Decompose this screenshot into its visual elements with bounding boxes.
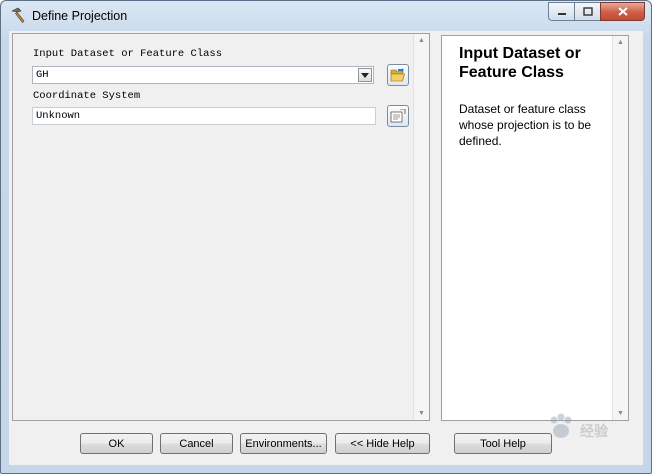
coordinate-properties-button[interactable] [387,105,409,127]
dropdown-button[interactable] [358,68,372,82]
parameters-scrollbar[interactable]: ▲ ▼ [413,34,429,420]
coordinate-system-value: Unknown [36,110,81,122]
minimize-icon [557,12,566,15]
input-dataset-value: GH [36,69,49,81]
coordinate-system-field[interactable]: Unknown [32,107,376,125]
define-projection-window: Define Projection Input Dataset or Featu… [0,0,652,474]
scroll-up-icon[interactable]: ▲ [617,39,624,46]
ok-button[interactable]: OK [80,433,153,454]
paw-logo-icon [550,413,572,438]
chevron-down-icon [361,72,369,78]
caption-buttons [548,2,645,22]
parameters-panel: Input Dataset or Feature Class GH Coordi… [12,33,430,421]
maximize-icon [582,7,593,16]
help-scrollbar[interactable]: ▲ ▼ [612,36,628,420]
close-icon [617,7,628,16]
cancel-button[interactable]: Cancel [160,433,233,454]
dialog-client-area: Input Dataset or Feature Class GH Coordi… [9,31,643,465]
hammer-icon [11,7,25,23]
input-dataset-label: Input Dataset or Feature Class [33,48,223,60]
help-body: Dataset or feature class whose projectio… [459,102,592,148]
hide-help-button[interactable]: << Hide Help [335,433,430,454]
tool-help-button[interactable]: Tool Help [454,433,552,454]
close-button[interactable] [600,2,645,21]
scroll-down-icon[interactable]: ▼ [418,410,425,417]
browse-dataset-button[interactable] [387,64,409,86]
environments-button[interactable]: Environments... [240,433,327,454]
maximize-button[interactable] [574,2,600,21]
minimize-button[interactable] [548,2,574,21]
input-dataset-combobox[interactable]: GH [32,66,374,84]
coordinate-properties-icon [390,109,406,123]
baidu-watermark: 经验 [546,413,646,443]
watermark-text: 经验 [580,423,608,439]
scroll-up-icon[interactable]: ▲ [418,37,425,44]
title-bar[interactable]: Define Projection [1,1,651,31]
window-title: Define Projection [32,9,128,23]
help-title: Input Dataset or Feature Class [459,45,581,81]
open-folder-icon [390,68,405,82]
coordinate-system-label: Coordinate System [33,90,141,102]
help-panel: Input Dataset or Feature Class Dataset o… [441,35,629,421]
